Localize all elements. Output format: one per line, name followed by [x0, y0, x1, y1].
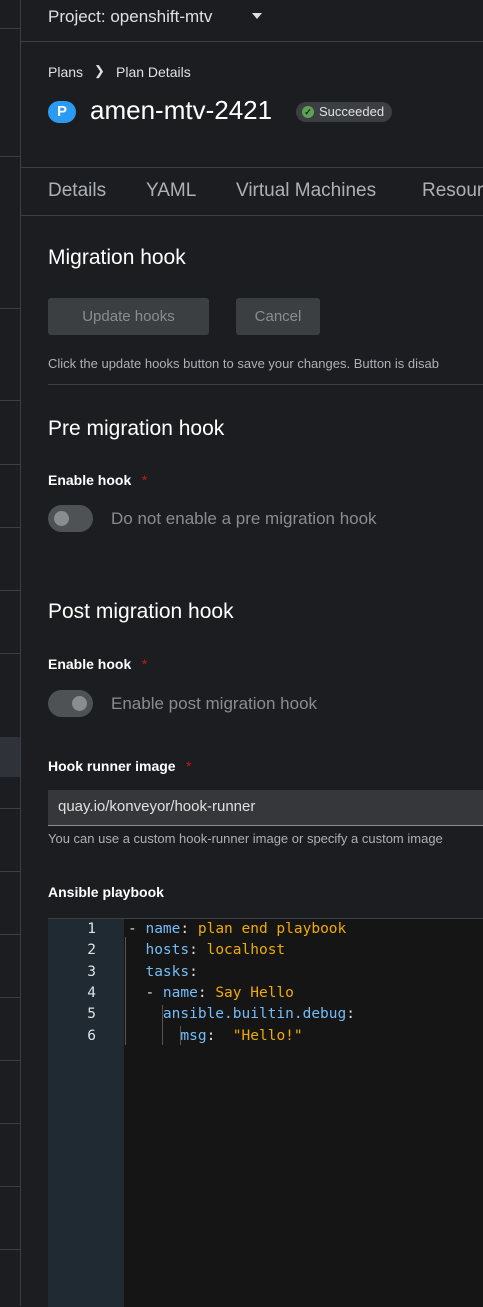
code-line: ansible.builtin.debug: — [128, 1006, 355, 1022]
code-key: hosts — [145, 942, 190, 959]
line-number: 4 — [87, 984, 96, 1001]
code-key: name — [162, 984, 198, 1001]
section-divider — [48, 384, 483, 385]
nav-divider — [0, 1249, 20, 1250]
pre-migration-hook-heading: Pre migration hook — [48, 417, 225, 440]
code-punctuation — [128, 1006, 163, 1022]
indent-guide — [125, 937, 126, 1045]
code-line: hosts: localhost — [128, 942, 285, 958]
code-punctuation: : — [180, 921, 198, 937]
tab-virtual-machines[interactable]: Virtual Machines — [236, 180, 376, 202]
line-number: 6 — [87, 1027, 96, 1044]
code-string: "Hello!" — [232, 1027, 303, 1044]
pre-migration-hook-toggle[interactable] — [48, 505, 93, 532]
project-selector[interactable]: Project: openshift-mtv — [21, 0, 483, 42]
migration-hook-help: Click the update hooks button to save yo… — [48, 356, 439, 371]
required-indicator: * — [186, 758, 192, 774]
nav-divider — [0, 653, 20, 654]
line-number: 1 — [87, 921, 96, 937]
required-indicator: * — [141, 656, 148, 672]
line-number-gutter: 1 2 3 4 5 6 — [48, 919, 124, 1307]
line-number: 3 — [87, 963, 96, 980]
post-migration-hook-heading: Post migration hook — [48, 600, 234, 623]
code-line: tasks: — [128, 963, 198, 980]
post-enable-hook-text: Enable hook — [48, 656, 132, 672]
nav-divider — [0, 308, 20, 309]
code-key: msg — [180, 1027, 207, 1044]
code-punctuation: - — [128, 921, 146, 937]
code-punctuation: - — [128, 984, 163, 1001]
nav-divider — [0, 1123, 20, 1124]
caret-down-icon[interactable] — [252, 13, 262, 19]
hook-runner-image-help: You can use a custom hook-runner image o… — [48, 831, 443, 846]
hook-runner-image-input[interactable]: quay.io/konveyor/hook-runner — [48, 790, 483, 826]
plan-resource-badge: P — [48, 101, 76, 123]
status-text: Succeeded — [319, 104, 385, 119]
code-key: name — [145, 921, 181, 937]
nav-divider — [0, 871, 20, 872]
nav-divider — [0, 997, 20, 998]
hook-runner-image-text: Hook runner image — [48, 758, 176, 774]
code-punctuation: : — [206, 1027, 233, 1044]
ansible-playbook-label: Ansible playbook — [48, 884, 164, 900]
code-key: tasks — [145, 963, 190, 980]
code-punctuation: : — [197, 984, 216, 1001]
cancel-button[interactable]: Cancel — [236, 298, 320, 335]
code-punctuation — [128, 942, 145, 958]
tab-bar: Details YAML Virtual Machines Resour — [21, 167, 483, 216]
tab-yaml[interactable]: YAML — [146, 180, 196, 202]
tab-details[interactable]: Details — [48, 180, 106, 202]
toggle-knob — [72, 696, 87, 711]
tab-resources[interactable]: Resour — [422, 180, 483, 202]
post-enable-hook-label: Enable hook * — [48, 656, 147, 674]
code-string: Say Hello — [215, 984, 294, 1001]
pre-migration-hook-toggle-label: Do not enable a pre migration hook — [111, 509, 377, 528]
nav-divider — [0, 464, 20, 465]
code-punctuation: : — [346, 1006, 355, 1023]
left-nav — [0, 0, 21, 1306]
nav-divider — [0, 934, 20, 935]
pre-enable-hook-text: Enable hook — [48, 472, 132, 488]
ansible-playbook-editor[interactable]: 1 2 3 4 5 6 - name: plan end playbook hosts: … — [48, 918, 483, 1307]
toggle-knob — [54, 511, 69, 526]
check-circle-icon: ✓ — [302, 106, 314, 118]
nav-divider — [0, 400, 20, 401]
code-line: - name: plan end playbook — [128, 921, 346, 937]
code-string: localhost — [206, 942, 286, 959]
pre-enable-hook-label: Enable hook * — [48, 472, 147, 490]
code-punctuation — [128, 964, 145, 980]
code-line: msg: "Hello!" — [128, 1027, 303, 1044]
update-hooks-button[interactable]: Update hooks — [48, 298, 209, 335]
nav-item-active[interactable] — [0, 737, 20, 777]
nav-divider — [0, 1186, 20, 1187]
code-punctuation: : — [189, 963, 198, 980]
migration-hook-heading: Migration hook — [48, 246, 186, 269]
post-migration-hook-toggle-label: Enable post migration hook — [111, 694, 318, 713]
code-line: - name: Say Hello — [128, 984, 294, 1001]
nav-divider — [0, 156, 20, 157]
chevron-right-icon: ❯ — [94, 63, 105, 78]
code-punctuation — [128, 1028, 180, 1044]
code-punctuation: : — [189, 942, 207, 959]
required-indicator: * — [141, 472, 148, 488]
breadcrumb-plans-link[interactable]: Plans — [48, 64, 83, 80]
nav-divider — [0, 28, 20, 29]
nav-divider — [0, 527, 20, 528]
project-label: Project: openshift-mtv — [48, 7, 213, 26]
status-badge: ✓ Succeeded — [296, 102, 393, 122]
nav-divider — [0, 808, 20, 809]
code-string: plan end playbook — [197, 921, 347, 937]
line-number: 2 — [87, 942, 96, 959]
nav-divider — [0, 590, 20, 591]
hook-runner-image-label: Hook runner image * — [48, 758, 192, 776]
post-migration-hook-toggle[interactable] — [48, 690, 93, 717]
nav-divider — [0, 1060, 20, 1061]
code-key: ansible.builtin.debug — [162, 1006, 347, 1023]
line-number: 5 — [87, 1006, 96, 1023]
breadcrumb-current: Plan Details — [116, 64, 191, 80]
page-title: amen-mtv-2421 — [90, 95, 273, 125]
